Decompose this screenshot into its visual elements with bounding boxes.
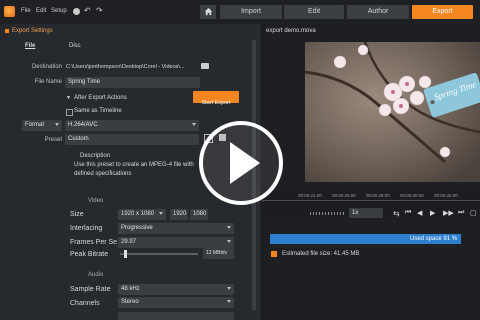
play-icon[interactable]: ▶ bbox=[430, 209, 435, 217]
height-value: 1080 bbox=[193, 211, 207, 217]
size-value: 1920 x 1080 bbox=[121, 211, 155, 217]
bitrate-value: 12 MBit/s bbox=[206, 250, 227, 256]
panel-title: Export Settings bbox=[12, 28, 53, 34]
tab-export[interactable]: Export bbox=[412, 5, 473, 19]
fullscreen-icon[interactable]: ▢ bbox=[470, 209, 477, 217]
file-name-label: File Name bbox=[34, 79, 62, 85]
frames-per-second-value: 29.97 bbox=[121, 239, 137, 245]
preset-value: Custom bbox=[68, 136, 89, 142]
sample-rate-label: Sample Rate bbox=[70, 286, 111, 293]
file-name-value: Spring Time bbox=[68, 79, 101, 85]
timecode-label: 00:00:28:00 bbox=[366, 193, 390, 198]
speed-value: 1x bbox=[352, 210, 359, 216]
help-icon[interactable] bbox=[73, 8, 80, 15]
description-label: Description bbox=[80, 153, 111, 159]
next-field[interactable] bbox=[118, 312, 234, 320]
expand-arrow-icon[interactable]: ▼ bbox=[66, 95, 71, 101]
timecode-label: 00:00:30:00 bbox=[400, 193, 424, 198]
undo-icon[interactable]: ↶ bbox=[84, 6, 91, 15]
interlacing-label: Interlacing bbox=[70, 225, 103, 232]
speed-dropdown[interactable]: 1x bbox=[349, 208, 383, 218]
redo-icon[interactable]: ↷ bbox=[96, 6, 103, 15]
tab-author[interactable]: Author bbox=[347, 5, 409, 19]
interlacing-dropdown[interactable]: Progressive bbox=[118, 223, 234, 234]
interlacing-value: Progressive bbox=[121, 225, 153, 231]
cherry-blossom-image: Spring Time bbox=[305, 42, 480, 182]
folder-icon[interactable] bbox=[201, 63, 209, 69]
width-value: 1920 bbox=[173, 211, 187, 217]
video-play-overlay-icon[interactable] bbox=[188, 120, 294, 206]
bitrate-slider-thumb[interactable] bbox=[124, 250, 127, 258]
destination-label: Destination bbox=[31, 64, 62, 70]
format-label: Format bbox=[25, 122, 45, 128]
description-text-line-2: defined specifications bbox=[74, 171, 132, 177]
menu-file[interactable]: File bbox=[21, 8, 31, 14]
step-back-icon[interactable]: ◀ bbox=[417, 209, 422, 217]
same-as-timeline-checkbox[interactable] bbox=[66, 109, 73, 116]
timecode-label: 00:00:32:00 bbox=[434, 193, 458, 198]
chevron-down-icon bbox=[55, 123, 59, 126]
preview-image: Spring Time bbox=[305, 42, 480, 182]
home-button[interactable] bbox=[200, 5, 216, 19]
tab-import[interactable]: Import bbox=[220, 5, 282, 19]
tab-disc[interactable]: Disc bbox=[69, 43, 81, 49]
chevron-down-icon bbox=[227, 300, 231, 303]
estimated-file-size: Estimated file size: 41.45 MB bbox=[282, 251, 360, 257]
timecode-label: 00:00:26:00 bbox=[332, 193, 356, 198]
video-section-label: Video bbox=[88, 198, 104, 204]
timecode-label: 00:00:24:00 bbox=[298, 193, 322, 198]
size-dropdown[interactable]: 1920 x 1080 bbox=[118, 209, 166, 220]
tab-file[interactable]: File bbox=[25, 43, 35, 49]
go-to-start-icon[interactable]: ⏮ bbox=[405, 209, 411, 217]
collapse-icon[interactable] bbox=[5, 29, 9, 33]
sample-rate-value: 48 kHz bbox=[121, 286, 140, 292]
repeat-icon[interactable]: ⇆ bbox=[393, 209, 400, 218]
jog-slider[interactable] bbox=[310, 212, 346, 215]
size-label: Size bbox=[70, 211, 84, 218]
format-dropdown[interactable]: Format bbox=[22, 120, 62, 131]
frames-per-second-dropdown[interactable]: 29.97 bbox=[118, 237, 234, 248]
chevron-down-icon bbox=[227, 240, 231, 243]
audio-section-label: Audio bbox=[88, 272, 104, 278]
chevron-down-icon bbox=[227, 226, 231, 229]
chevron-down-icon bbox=[227, 287, 231, 290]
bitrate-value-field[interactable]: 12 MBit/s bbox=[203, 248, 234, 259]
width-input[interactable]: 1920 bbox=[170, 209, 188, 220]
menu-setup[interactable]: Setup bbox=[51, 8, 67, 14]
format-value: H.264/AVC bbox=[68, 122, 98, 128]
used-space-label: Used space 91 % bbox=[410, 236, 458, 242]
menu-edit[interactable]: Edit bbox=[36, 8, 46, 14]
go-to-end-icon[interactable]: ⏭ bbox=[458, 209, 464, 217]
timeline-track bbox=[262, 200, 480, 201]
start-export-button[interactable]: Start Export bbox=[193, 91, 239, 106]
format-value-dropdown[interactable]: H.264/AVC bbox=[65, 120, 199, 131]
start-export-label: Start Export bbox=[201, 100, 231, 106]
after-export-label[interactable]: After Export Actions bbox=[74, 95, 127, 101]
channels-value: Stereo bbox=[121, 299, 139, 305]
chevron-down-icon bbox=[159, 212, 163, 215]
peak-bitrate-label: Peak Bitrate bbox=[70, 251, 109, 258]
destination-path: C:\Users\jonthompson\Desktop\Corel - Vid… bbox=[66, 64, 185, 70]
same-as-timeline-label: Same as Timeline bbox=[74, 108, 122, 114]
height-input[interactable]: 1080 bbox=[190, 209, 208, 220]
tab-edit[interactable]: Edit bbox=[284, 5, 344, 19]
channels-label: Channels bbox=[70, 300, 100, 307]
preset-dropdown[interactable]: Custom bbox=[65, 134, 199, 145]
estimated-size-swatch bbox=[271, 251, 277, 257]
step-forward-icon[interactable]: ▶▶ bbox=[443, 209, 454, 217]
channels-dropdown[interactable]: Stereo bbox=[118, 297, 234, 308]
frames-per-second-label: Frames Per Se... bbox=[70, 239, 123, 246]
preset-label: Preset bbox=[44, 137, 62, 143]
sample-rate-dropdown[interactable]: 48 kHz bbox=[118, 284, 234, 295]
description-text-line-1: Use this preset to create an MPEG-4 file… bbox=[74, 162, 194, 168]
app-logo-icon bbox=[4, 6, 15, 17]
bitrate-slider[interactable] bbox=[120, 250, 198, 258]
file-name-input[interactable]: Spring Time bbox=[65, 77, 200, 88]
preview-filename: export demo.mova bbox=[266, 28, 316, 34]
home-icon bbox=[204, 7, 212, 16]
